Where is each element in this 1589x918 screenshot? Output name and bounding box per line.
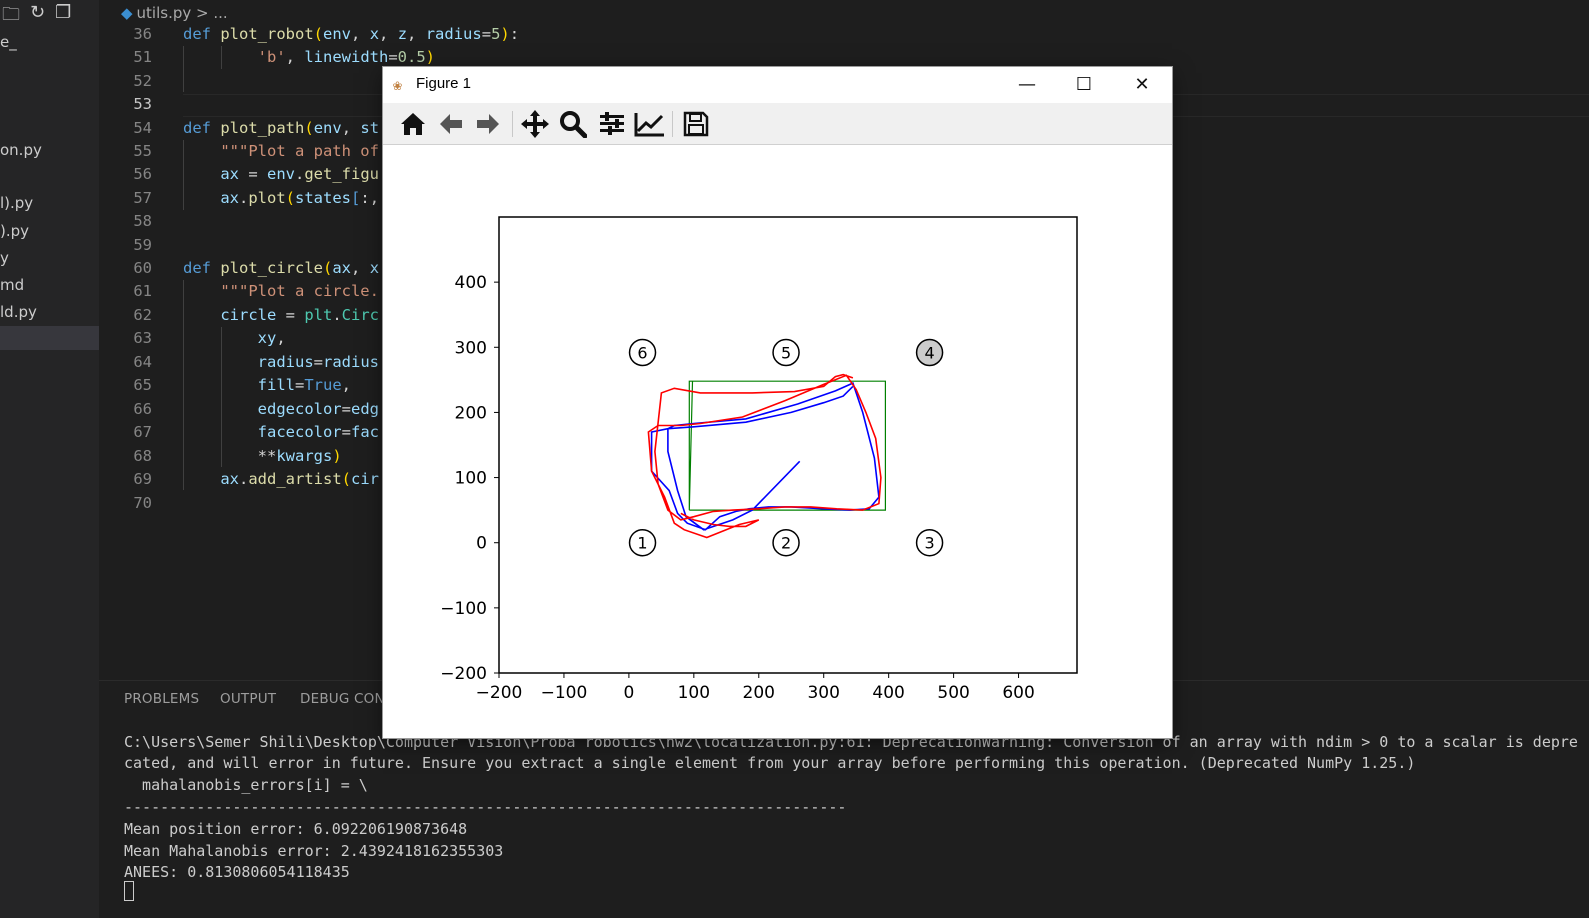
x-tick-label: 300 bbox=[807, 683, 839, 703]
code-line: 63 xy, bbox=[133, 329, 286, 347]
terminal-line: mahalanobis_errors[i] = \ bbox=[124, 776, 368, 794]
refresh-icon[interactable]: ↻ bbox=[30, 2, 45, 32]
code-line: 59 bbox=[133, 236, 152, 254]
maximize-button[interactable]: ☐ bbox=[1061, 67, 1107, 103]
code-line: 61 """Plot a circle. bbox=[133, 282, 379, 300]
code-line: 53 bbox=[133, 95, 152, 113]
breadcrumb[interactable]: ◆ utils.py > ... bbox=[121, 2, 228, 24]
explorer-item[interactable]: ld.py bbox=[0, 300, 99, 324]
forward-icon[interactable] bbox=[472, 108, 504, 140]
terminal-cursor[interactable] bbox=[124, 881, 134, 901]
figure-toolbar bbox=[383, 103, 1172, 145]
code-line: 51 'b', linewidth=0.5) bbox=[133, 48, 436, 66]
y-tick-label: 200 bbox=[455, 403, 487, 423]
code-line: 66 edgecolor=edg bbox=[133, 400, 379, 418]
pan-icon[interactable] bbox=[519, 108, 551, 140]
terminal-line: Mean Mahalanobis error: 2.43924181623553… bbox=[124, 842, 504, 860]
code-line: 36 def plot_robot(env, x, z, radius=5): bbox=[133, 25, 520, 43]
landmark-label: 2 bbox=[781, 534, 791, 553]
x-tick-label: 100 bbox=[678, 683, 710, 703]
axes-frame bbox=[498, 216, 1078, 674]
explorer-item[interactable]: e_ bbox=[0, 30, 99, 54]
explorer-item[interactable]: y bbox=[0, 246, 99, 270]
landmark-label: 4 bbox=[924, 343, 934, 362]
code-line: 56 ax = env.get_figu bbox=[133, 165, 379, 183]
breadcrumb-path: utils.py > ... bbox=[136, 4, 228, 22]
tab-debug-console[interactable]: DEBUG CONS bbox=[300, 691, 394, 707]
y-tick-label: 400 bbox=[455, 273, 487, 293]
explorer-item[interactable]: l).py bbox=[0, 191, 99, 215]
new-folder-icon[interactable]: 🗀 bbox=[2, 2, 20, 32]
plot-canvas[interactable]: −200 −100 0 100 200 300 400 500 600 −200 −100 0 100 2… bbox=[383, 145, 1172, 738]
matplotlib-figure-window[interactable]: ❀ Figure 1 — ☐ ✕ −200 −100 0 100 200 300… bbox=[383, 67, 1172, 738]
x-tick-label: 400 bbox=[872, 683, 904, 703]
code-line: 69 ax.add_artist(cir bbox=[133, 470, 380, 488]
save-icon[interactable] bbox=[680, 108, 712, 140]
y-tick-label: 0 bbox=[476, 534, 487, 554]
code-line: 68 **kwargs) bbox=[133, 447, 342, 465]
y-tick-label: −100 bbox=[440, 599, 487, 619]
code-line: 62 circle = plt.Circ bbox=[133, 306, 379, 324]
y-tick-label: 300 bbox=[455, 338, 487, 358]
code-line: 58 bbox=[133, 212, 152, 230]
y-tick-label: 100 bbox=[455, 469, 487, 489]
terminal-line: cated, and will error in future. Ensure … bbox=[124, 754, 1416, 772]
explorer-sidebar: 🗀 ↻ ❐ e_ on.py l).py ).py y md ld.py bbox=[0, 0, 99, 918]
code-line: 70 bbox=[133, 494, 152, 512]
explorer-item[interactable]: ).py bbox=[0, 219, 99, 243]
matplotlib-app-icon: ❀ bbox=[393, 76, 403, 94]
code-line: 57 ax.plot(states[:, bbox=[133, 189, 380, 207]
code-line: 54 def plot_path(env, st bbox=[133, 119, 380, 137]
edit-axis-icon[interactable] bbox=[634, 108, 666, 140]
collapse-all-icon[interactable]: ❐ bbox=[55, 2, 71, 32]
window-titlebar[interactable]: ❀ Figure 1 — ☐ ✕ bbox=[383, 67, 1172, 103]
code-line: 55 """Plot a path of bbox=[133, 142, 379, 160]
x-tick-label: 0 bbox=[623, 683, 634, 703]
code-line: 52 bbox=[133, 72, 152, 90]
configure-subplots-icon[interactable] bbox=[596, 108, 628, 140]
terminal-line: ANEES: 0.8130806054118435 bbox=[124, 863, 350, 881]
explorer-item[interactable]: md bbox=[0, 273, 99, 297]
tab-output[interactable]: OUTPUT bbox=[220, 691, 276, 707]
toolbar-separator bbox=[672, 111, 673, 137]
x-tick-label: 600 bbox=[1002, 683, 1034, 703]
explorer-toolbar: 🗀 ↻ ❐ bbox=[0, 2, 71, 32]
tab-problems[interactable]: PROBLEMS bbox=[124, 691, 199, 707]
code-line: 60 def plot_circle(ax, x bbox=[133, 259, 380, 277]
landmark-label: 5 bbox=[781, 343, 791, 362]
landmark-label: 6 bbox=[637, 343, 647, 362]
landmark-label: 1 bbox=[637, 534, 647, 553]
python-file-icon: ◆ bbox=[121, 4, 133, 22]
explorer-item[interactable]: on.py bbox=[0, 138, 99, 162]
terminal-line: Mean position error: 6.092206190873648 bbox=[124, 820, 468, 838]
terminal-line: ----------------------------------------… bbox=[124, 798, 847, 816]
code-line: 64 radius=radius bbox=[133, 353, 379, 371]
minimize-button[interactable]: — bbox=[1004, 67, 1050, 103]
window-title: Figure 1 bbox=[416, 75, 472, 92]
toolbar-separator bbox=[512, 111, 513, 137]
code-line: 67 facecolor=fac bbox=[133, 423, 379, 441]
landmark-label: 3 bbox=[924, 534, 934, 553]
home-icon[interactable] bbox=[397, 108, 429, 140]
x-tick-label: −100 bbox=[541, 683, 588, 703]
close-button[interactable]: ✕ bbox=[1119, 67, 1165, 103]
zoom-icon[interactable] bbox=[557, 108, 589, 140]
x-tick-label: 200 bbox=[743, 683, 775, 703]
explorer-item-selected[interactable] bbox=[0, 326, 99, 350]
y-tick-label: −200 bbox=[440, 664, 487, 684]
code-line: 65 fill=True, bbox=[133, 376, 351, 394]
back-icon[interactable] bbox=[435, 108, 467, 140]
x-tick-label: −200 bbox=[476, 683, 523, 703]
x-tick-label: 500 bbox=[937, 683, 969, 703]
